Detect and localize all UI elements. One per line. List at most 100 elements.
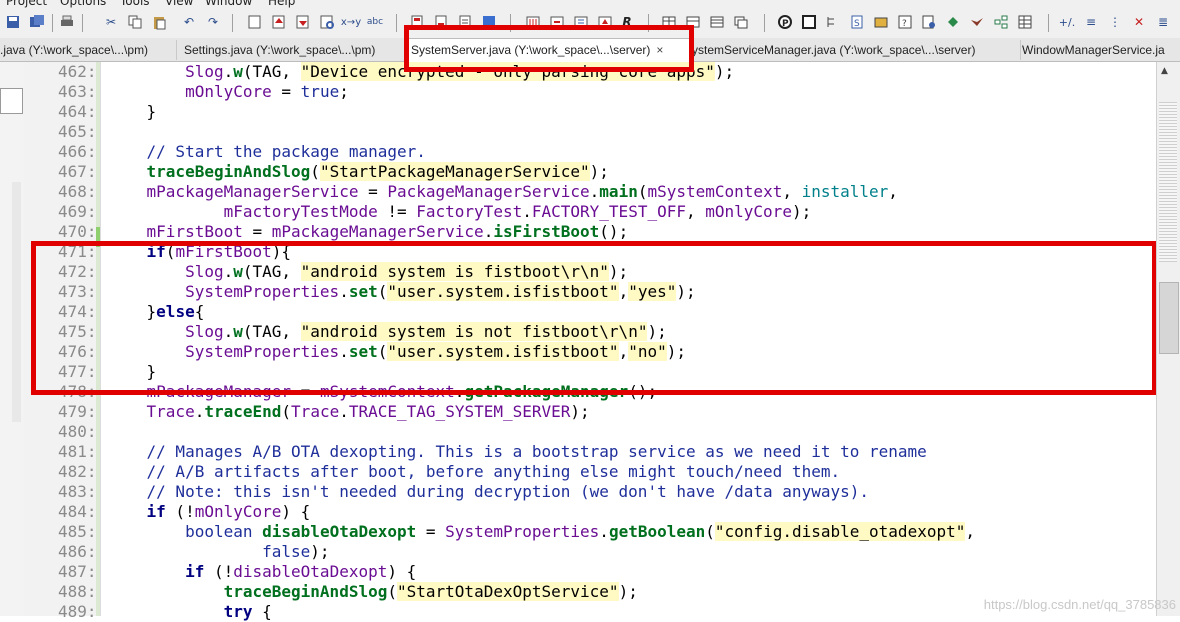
line-number: 462: <box>58 62 97 81</box>
sync-icon[interactable] <box>944 13 962 31</box>
code-text: if (!disableOtaDexopt) { <box>108 562 416 582</box>
help-icon[interactable]: ? <box>896 13 914 31</box>
menu-window[interactable]: Window <box>205 0 252 8</box>
code-line[interactable]: 470: mFirstBoot = mPackageManagerService… <box>0 222 1156 242</box>
replace-icon[interactable]: x→y <box>341 13 361 31</box>
lookup-icon[interactable] <box>920 13 938 31</box>
code-token: ) { <box>387 562 417 581</box>
print-icon[interactable] <box>58 13 76 31</box>
code-line[interactable]: 489: try { <box>0 602 1156 622</box>
vertical-scrollbar[interactable]: ▲ <box>1156 62 1180 616</box>
layout-4-icon[interactable] <box>732 13 750 31</box>
scrollbar-thumb[interactable] <box>1159 282 1179 354</box>
code-token: boolean <box>185 522 253 541</box>
find-down-icon[interactable] <box>294 13 312 31</box>
context-icon[interactable] <box>800 13 818 31</box>
code-text: Trace.traceEnd(Trace.TRACE_TAG_SYSTEM_SE… <box>108 402 590 422</box>
regex-icon[interactable]: abc <box>366 13 384 31</box>
code-text: mFactoryTestMode != FactoryTest.FACTORY_… <box>108 202 812 222</box>
code-line[interactable]: 467: traceBeginAndSlog("StartPackageMana… <box>0 162 1156 182</box>
code-token: = <box>416 522 446 541</box>
line-number: 480: <box>58 422 97 441</box>
relation-icon[interactable] <box>824 13 842 31</box>
table-icon[interactable] <box>1016 13 1034 31</box>
paste-icon[interactable] <box>150 13 168 31</box>
code-token: ( <box>705 522 715 541</box>
code-line[interactable]: 480: <box>0 422 1156 442</box>
undo-icon[interactable]: ↶ <box>180 13 198 31</box>
code-token: traceEnd <box>204 402 282 421</box>
line-number: 467: <box>58 162 97 181</box>
code-line[interactable]: 483: // Note: this isn't needed during d… <box>0 482 1156 502</box>
layout-3-icon[interactable] <box>708 13 726 31</box>
code-text: boolean disableOtaDexopt = SystemPropert… <box>108 522 975 542</box>
copy-icon[interactable] <box>126 13 144 31</box>
find-icon[interactable] <box>246 13 264 31</box>
project-icon[interactable]: P <box>776 13 794 31</box>
reformat-icon[interactable]: ⋮ <box>1106 13 1124 31</box>
tab-pm-java[interactable]: .java (Y:\work_space\...\pm) <box>0 40 177 60</box>
code-token: , <box>782 182 802 201</box>
browse-icon[interactable] <box>872 13 890 31</box>
code-line[interactable]: 466: // Start the package manager. <box>0 142 1156 162</box>
code-line[interactable]: 484: if (!mOnlyCore) { <box>0 502 1156 522</box>
code-token: false <box>262 542 311 561</box>
indent-icon[interactable]: +/. <box>1058 13 1076 31</box>
code-line[interactable]: 469: mFactoryTestMode != FactoryTest.FAC… <box>0 202 1156 222</box>
code-token: "config.disable_otadexopt" <box>714 522 966 541</box>
code-token: Trace <box>291 402 340 421</box>
code-token: "StartOtaDexOptService" <box>397 582 619 601</box>
code-token: w <box>233 62 243 81</box>
code-line[interactable]: 482: // A/B artifacts after boot, before… <box>0 462 1156 482</box>
tab-label: WindowManagerService.ja <box>1022 43 1165 57</box>
code-line[interactable]: 485: boolean disableOtaDexopt = SystemPr… <box>0 522 1156 542</box>
menu-tools[interactable]: Tools <box>120 0 150 8</box>
code-line[interactable]: 464: } <box>0 102 1156 122</box>
menu-options[interactable]: Options <box>60 0 106 8</box>
code-line[interactable]: 463: mOnlyCore = true; <box>0 82 1156 102</box>
tab-systemservicemanager-java[interactable]: ystemServiceManager.java (Y:\work_space\… <box>686 40 1021 60</box>
code-text: mPackageManagerService = PackageManagerS… <box>108 182 898 202</box>
save-all-icon[interactable] <box>28 13 46 31</box>
code-token: getBoolean <box>608 522 706 541</box>
close-project-icon[interactable]: ✕ <box>1130 13 1148 31</box>
code-block-highlight-box <box>31 241 1157 395</box>
tab-windowmanagerservice-java[interactable]: WindowManagerService.ja <box>1016 40 1180 60</box>
menu-project[interactable]: Project <box>6 0 47 8</box>
bird-icon[interactable] <box>968 13 986 31</box>
toolbar-more-icon[interactable]: ≣ <box>1154 13 1172 31</box>
align-icon[interactable]: ≡ <box>1082 13 1100 31</box>
code-token: . <box>599 522 609 541</box>
code-line[interactable]: 468: mPackageManagerService = PackageMan… <box>0 182 1156 202</box>
cut-icon[interactable]: ✂ <box>102 13 120 31</box>
code-token: ); <box>618 582 638 601</box>
scroll-up-icon[interactable]: ▲ <box>1161 66 1168 76</box>
menu-view[interactable]: View <box>165 0 193 8</box>
code-line[interactable]: 479: Trace.traceEnd(Trace.TRACE_TAG_SYST… <box>0 402 1156 422</box>
tab-settings-java[interactable]: Settings.java (Y:\work_space\...\pm) <box>178 40 405 60</box>
code-token: (TAG, <box>242 62 301 81</box>
active-tab-highlight-box <box>404 25 694 72</box>
code-text: } <box>108 102 157 122</box>
code-line[interactable]: 488: traceBeginAndSlog("StartOtaDexOptSe… <box>0 582 1156 602</box>
symbol-window-icon[interactable]: S <box>848 13 866 31</box>
code-token: // Note: this isn't needed during decryp… <box>146 482 869 501</box>
find-files-icon[interactable] <box>318 13 336 31</box>
menu-help[interactable]: Help <box>268 0 295 8</box>
code-line[interactable]: 481: // Manages A/B OTA dexopting. This … <box>0 442 1156 462</box>
code-text: // Start the package manager. <box>108 142 426 162</box>
graph-icon[interactable] <box>992 13 1010 31</box>
save-icon[interactable] <box>4 13 22 31</box>
find-up-icon[interactable] <box>270 13 288 31</box>
code-token: } <box>146 102 157 121</box>
code-line[interactable]: 465: <box>0 122 1156 142</box>
code-line[interactable]: 486: false); <box>0 542 1156 562</box>
code-line[interactable]: 487: if (!disableOtaDexopt) { <box>0 562 1156 582</box>
redo-icon[interactable]: ↷ <box>204 13 222 31</box>
line-number: 487: <box>58 562 97 581</box>
line-number: 485: <box>58 522 97 541</box>
